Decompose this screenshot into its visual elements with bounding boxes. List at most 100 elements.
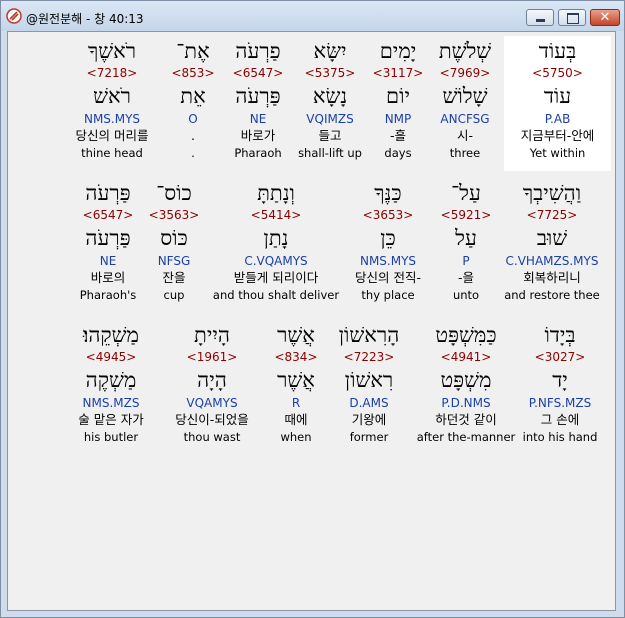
lexical-form: הָיָה bbox=[197, 368, 227, 392]
word-cell[interactable]: כוֹס־ <3563> כּוֹס NFSG 잔을 cup bbox=[144, 178, 204, 313]
korean-gloss: 당신의 머리를 bbox=[75, 128, 149, 143]
hebrew-word: הָרִאשׁוֹן bbox=[338, 323, 400, 347]
strong-number: <3563> bbox=[148, 208, 200, 222]
strong-number: <6547> bbox=[232, 66, 284, 80]
lexical-form: פַּרְעֹה bbox=[85, 226, 131, 250]
lexical-form: מַשְׁקֶה bbox=[85, 368, 137, 392]
title-bar[interactable]: @원전분해 - 창 40:13 ✕ bbox=[1, 1, 624, 31]
window-title: @원전분해 - 창 40:13 bbox=[26, 12, 144, 26]
parsing-code: C.VHAMZS.MYS bbox=[505, 254, 599, 268]
strong-number: <1961> bbox=[186, 350, 238, 364]
lexical-form: שָׁלוֹשׁ bbox=[442, 84, 488, 108]
word-cell[interactable]: עַל־ <5921> עַל P -을 unto bbox=[433, 178, 499, 313]
hebrew-word: כַּמִּשְׁפָּט bbox=[435, 323, 497, 347]
minimize-icon bbox=[536, 19, 545, 22]
strong-number: <3653> bbox=[362, 208, 414, 222]
strong-number: <7969> bbox=[439, 66, 491, 80]
korean-gloss: . bbox=[191, 128, 195, 143]
strong-number: <6547> bbox=[82, 208, 134, 222]
parsing-code: NFSG bbox=[157, 254, 191, 268]
app-logo-icon bbox=[6, 8, 22, 24]
lexical-form: מִשְׁפָּט bbox=[440, 368, 492, 392]
parsing-code: NMP bbox=[384, 112, 412, 126]
english-gloss: Pharaoh's bbox=[79, 288, 137, 302]
parsing-code: VQIMZS bbox=[306, 112, 354, 126]
maximize-icon bbox=[567, 13, 579, 24]
word-cell[interactable]: כַּמִּשְׁפָּט <4941> מִשְׁפָּט P.D.NMS 하… bbox=[412, 320, 520, 455]
strong-number: <853> bbox=[171, 66, 215, 80]
korean-gloss: 바로의 bbox=[90, 270, 126, 285]
parsing-code: D.AMS bbox=[349, 396, 389, 410]
strong-number: <7218> bbox=[86, 66, 138, 80]
parsing-code: NMS.MZS bbox=[82, 396, 140, 410]
word-cell[interactable]: פַרְעֹה <6547> פַּרְעֹה NE 바로가 Pharaoh bbox=[218, 36, 298, 171]
korean-gloss: 회복하리니 bbox=[523, 270, 581, 285]
english-gloss: cup bbox=[163, 288, 185, 302]
hebrew-word: וַהֲשִׁיבְךָ bbox=[522, 181, 582, 205]
korean-gloss: 바로가 bbox=[240, 128, 276, 143]
word-cell[interactable]: יָמִים <3117> יוֹם NMP -흘 days bbox=[363, 36, 433, 171]
word-cell[interactable]: שְׁלֹשֶׁת <7969> שָׁלוֹשׁ ANCFSG 시- thre… bbox=[420, 36, 510, 171]
strong-number: <5921> bbox=[440, 208, 492, 222]
word-cell[interactable]: וְנָתַתָּ <5414> נָתַן C.VQAMYS 받들게 되리이다… bbox=[204, 178, 348, 313]
word-cell[interactable]: בְּעוֹד <5750> עוֹד P.AB 지금부터-안에 Yet wit… bbox=[504, 36, 611, 171]
lexical-form: יוֹם bbox=[386, 84, 410, 108]
english-gloss: and restore thee bbox=[504, 288, 600, 302]
english-gloss: shall-lift up bbox=[298, 146, 362, 160]
korean-gloss: 당신의 전직- bbox=[355, 270, 421, 285]
hebrew-word: פַרְעֹה bbox=[235, 39, 281, 63]
maximize-button[interactable] bbox=[558, 9, 586, 26]
window-frame-right bbox=[616, 31, 624, 617]
english-gloss: after the-manner bbox=[416, 430, 516, 444]
word-cell[interactable]: יִשָּׂא <5375> נָשָׂא VQIMZS 들고 shall-li… bbox=[288, 36, 372, 171]
english-gloss: days bbox=[384, 146, 412, 160]
word-cell[interactable]: הָיִיתָ <1961> הָיָה VQAMYS 당신이-되었을 thou… bbox=[158, 320, 266, 455]
strong-number: <5375> bbox=[304, 66, 356, 80]
parsing-code: P.D.NMS bbox=[441, 396, 491, 410]
parsing-code: NE bbox=[99, 254, 117, 268]
minimize-button[interactable] bbox=[526, 9, 554, 26]
english-gloss: unto bbox=[452, 288, 480, 302]
english-gloss: former bbox=[349, 430, 389, 444]
parsing-code: O bbox=[188, 112, 198, 126]
word-cell[interactable]: בְּיָדוֹ <3027> יָד P.NFS.MZS 그 손에 into … bbox=[512, 320, 608, 455]
strong-number: <7223> bbox=[343, 350, 395, 364]
korean-gloss: 기왕에 bbox=[351, 412, 387, 427]
strong-number: <834> bbox=[274, 350, 318, 364]
word-cell[interactable]: מַשְׁקֵהוּ׃ <4945> מַשְׁקֶה NMS.MZS 술 맡은… bbox=[64, 320, 158, 455]
korean-gloss: 하던것 같이 bbox=[435, 412, 497, 427]
english-gloss: his butler bbox=[83, 430, 139, 444]
english-gloss: thou wast bbox=[183, 430, 241, 444]
korean-gloss: -흘 bbox=[389, 128, 406, 143]
hebrew-word: אֶת־ bbox=[176, 39, 210, 63]
korean-gloss: 술 맡은 자가 bbox=[78, 412, 144, 427]
strong-number: <5414> bbox=[250, 208, 302, 222]
hebrew-word: בְּעוֹד bbox=[538, 39, 577, 63]
parsing-code: R bbox=[291, 396, 301, 410]
korean-gloss: 당신이-되었을 bbox=[175, 412, 249, 427]
word-cell[interactable]: פַּרְעֹה <6547> פַּרְעֹה NE 바로의 Pharaoh'… bbox=[68, 178, 148, 313]
hebrew-word: בְּיָדוֹ bbox=[544, 323, 576, 347]
analysis-panel: בְּעוֹד <5750> עוֹד P.AB 지금부터-안에 Yet wit… bbox=[7, 31, 616, 611]
close-button[interactable]: ✕ bbox=[590, 9, 620, 26]
word-cell[interactable]: אֶת־ <853> אֵת O . . bbox=[164, 36, 222, 171]
word-cell[interactable]: וַהֲשִׁיבְךָ <7725> שׁוּב C.VHAMZS.MYS 회… bbox=[498, 178, 606, 313]
hebrew-word: עַל־ bbox=[451, 181, 481, 205]
parsing-code: P.AB bbox=[544, 112, 571, 126]
parsing-code: ANCFSG bbox=[440, 112, 490, 126]
word-cell[interactable]: רֹאשֶׁךָ <7218> רֹאשׁ NMS.MYS 당신의 머리를 th… bbox=[64, 36, 160, 171]
lexical-form: אֲשֶׁר bbox=[277, 368, 315, 392]
lexical-form: אֵת bbox=[180, 84, 206, 108]
hebrew-word: כוֹס־ bbox=[156, 181, 192, 205]
strong-number: <3117> bbox=[372, 66, 424, 80]
korean-gloss: 그 손에 bbox=[540, 412, 580, 427]
word-cell[interactable]: הָרִאשׁוֹן <7223> רִאשׁוֹן D.AMS 기왕에 for… bbox=[326, 320, 412, 455]
lexical-form: כּוֹס bbox=[160, 226, 188, 250]
english-gloss: thy place bbox=[361, 288, 415, 302]
strong-number: <3027> bbox=[534, 350, 586, 364]
lexical-form: שׁוּב bbox=[536, 226, 568, 250]
word-cell[interactable]: אֲשֶׁר <834> אֲשֶׁר R 때에 when bbox=[264, 320, 328, 455]
word-cell[interactable]: כַּנֶּךָ <3653> כֵּן NMS.MYS 당신의 전직- thy… bbox=[338, 178, 438, 313]
hebrew-word: מַשְׁקֵהוּ׃ bbox=[82, 323, 139, 347]
english-gloss: thine head bbox=[81, 146, 143, 160]
